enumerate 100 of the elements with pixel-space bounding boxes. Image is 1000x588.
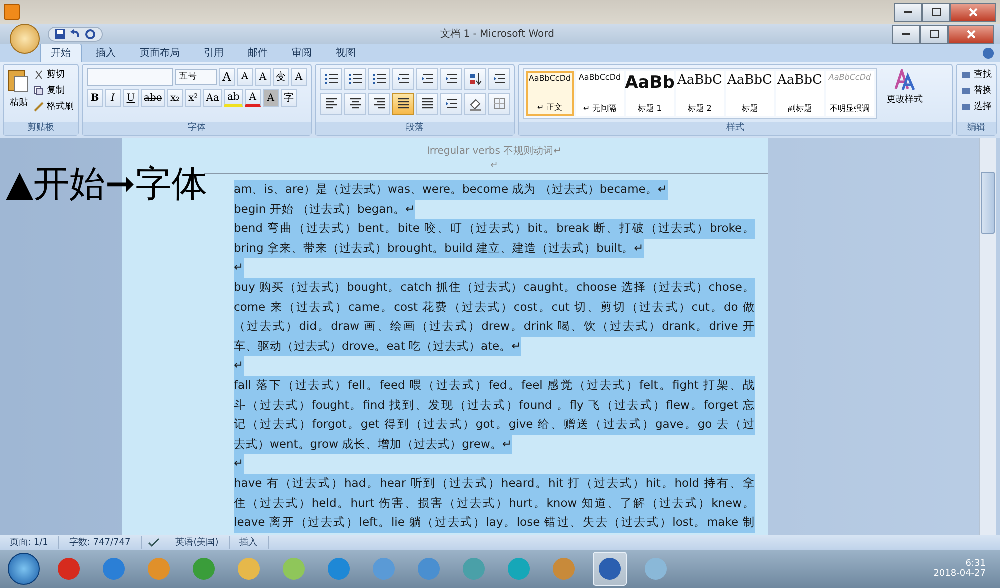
align-left-button[interactable]: [320, 93, 342, 115]
vertical-scrollbar[interactable]: [979, 138, 996, 535]
ribbon-tab[interactable]: 邮件: [238, 44, 278, 62]
paragraph-mark: ↵: [490, 161, 500, 173]
ribbon-tab[interactable]: 引用: [194, 44, 234, 62]
clipboard-icon: [8, 68, 30, 94]
scissors-icon: [34, 70, 44, 80]
style-option[interactable]: AaBbCcDd 不明显强调: [826, 71, 874, 116]
group-label: 剪贴板: [4, 122, 78, 135]
clock-date: 2018-04-27: [934, 569, 986, 579]
clock-time: 6:31: [966, 559, 986, 569]
ribbon-tab[interactable]: 开始: [40, 43, 82, 62]
ribbon-tab[interactable]: 视图: [326, 44, 366, 62]
multilevel-list-icon: [372, 72, 386, 86]
distribute-button[interactable]: [416, 93, 438, 115]
group-label: 编辑: [957, 122, 996, 135]
italic-button[interactable]: I: [105, 89, 121, 107]
group-label: 字体: [83, 122, 311, 135]
minimize-button[interactable]: [894, 2, 922, 22]
save-icon[interactable]: [55, 28, 66, 40]
paste-button[interactable]: 粘贴: [8, 68, 30, 119]
numbered-list-icon: [348, 72, 362, 86]
multilevel-list-button[interactable]: [368, 68, 390, 90]
group-label: 段落: [316, 122, 514, 135]
phonetic-guide-button[interactable]: 变: [273, 68, 289, 86]
character-shading-button[interactable]: A: [262, 89, 279, 107]
indent-icon: [420, 72, 434, 86]
strikethrough-button[interactable]: abe: [141, 89, 166, 107]
close-button[interactable]: [950, 2, 996, 22]
highlight-button[interactable]: ab: [224, 89, 243, 107]
character-border-button[interactable]: A: [291, 68, 307, 86]
shading-button[interactable]: [464, 93, 486, 115]
distribute-icon: [420, 97, 434, 111]
align-right-button[interactable]: [368, 93, 390, 115]
style-option[interactable]: AaBbCcDd ↵ 正文: [526, 71, 574, 116]
close-icon: [968, 8, 978, 16]
maximize-icon: [932, 8, 940, 16]
office-button[interactable]: [10, 24, 40, 54]
help-icon[interactable]: [983, 48, 994, 58]
maximize-button[interactable]: [922, 2, 950, 22]
indent-button[interactable]: [416, 68, 438, 90]
shrink-font-button[interactable]: A: [237, 68, 253, 86]
grow-font-button[interactable]: A: [219, 68, 235, 86]
align-right-icon: [372, 97, 386, 111]
proofing-check-icon[interactable]: [148, 538, 160, 548]
ribbon-tab[interactable]: 审阅: [282, 44, 322, 62]
style-option[interactable]: AaBbC 标题 2: [676, 71, 724, 116]
bold-button[interactable]: B: [87, 89, 103, 107]
maximize-icon: [930, 30, 938, 38]
font-name-field[interactable]: [87, 68, 173, 86]
copy-icon: [34, 86, 44, 96]
align-center-button[interactable]: [344, 93, 366, 115]
taskbar-app-button[interactable]: [593, 552, 627, 586]
superscript-button[interactable]: x²: [185, 89, 202, 107]
style-option[interactable]: AaBb 标题 1: [626, 71, 674, 116]
underline-button[interactable]: U: [123, 89, 139, 107]
language-status[interactable]: 英语(美国): [166, 536, 230, 549]
group-label: 样式: [519, 122, 952, 135]
clipboard-button[interactable]: 剪切: [34, 68, 74, 81]
minimize-button[interactable]: [892, 24, 920, 44]
letters-a-icon: [894, 69, 916, 91]
clipboard-button[interactable]: 复制: [34, 84, 74, 97]
insert-mode-status[interactable]: 插入: [230, 536, 269, 549]
bullet-list-button[interactable]: [320, 68, 342, 90]
enclose-character-button[interactable]: 字: [280, 89, 297, 107]
editing-button[interactable]: 选择: [961, 100, 992, 113]
clear-format-button[interactable]: A: [255, 68, 271, 86]
justify-button[interactable]: [392, 93, 414, 115]
style-option[interactable]: AaBbCcDd ↵ 无间隔: [576, 71, 624, 116]
style-option[interactable]: AaBbC 副标题: [776, 71, 824, 116]
style-option[interactable]: AaBbC 标题: [726, 71, 774, 116]
numbered-list-button[interactable]: [344, 68, 366, 90]
outdent-icon: [396, 72, 410, 86]
sort-button[interactable]: [464, 68, 486, 90]
minimize-icon: [902, 32, 910, 36]
font-color-button[interactable]: A: [244, 89, 261, 107]
change-styles-button[interactable]: 更改样式: [881, 68, 929, 119]
start-button[interactable]: [8, 553, 40, 585]
subscript-button[interactable]: x₂: [167, 89, 184, 107]
align-center-icon: [348, 97, 362, 111]
change-case-button[interactable]: Aa: [203, 89, 222, 107]
borders-icon: [492, 97, 506, 111]
editing-button[interactable]: 替换: [961, 84, 992, 97]
editing-button[interactable]: 查找: [961, 68, 992, 81]
font-size-field[interactable]: 五号: [175, 69, 217, 85]
word-count: 字数: 747/747: [59, 536, 142, 549]
sort-icon: [468, 72, 482, 86]
maximize-button[interactable]: [920, 24, 948, 44]
page-count: 页面: 1/1: [0, 536, 60, 549]
ribbon-tab[interactable]: 页面布局: [130, 44, 190, 62]
undo-icon[interactable]: [70, 28, 81, 40]
ribbon-tab[interactable]: 插入: [86, 44, 126, 62]
close-button[interactable]: [948, 24, 994, 44]
minimize-icon: [904, 10, 912, 14]
clipboard-button[interactable]: 格式刷: [34, 100, 74, 113]
brush-icon: [34, 102, 44, 112]
align-left-icon: [324, 97, 338, 111]
justify-icon: [396, 97, 410, 111]
close-icon: [966, 30, 976, 38]
outdent-button[interactable]: [392, 68, 414, 90]
